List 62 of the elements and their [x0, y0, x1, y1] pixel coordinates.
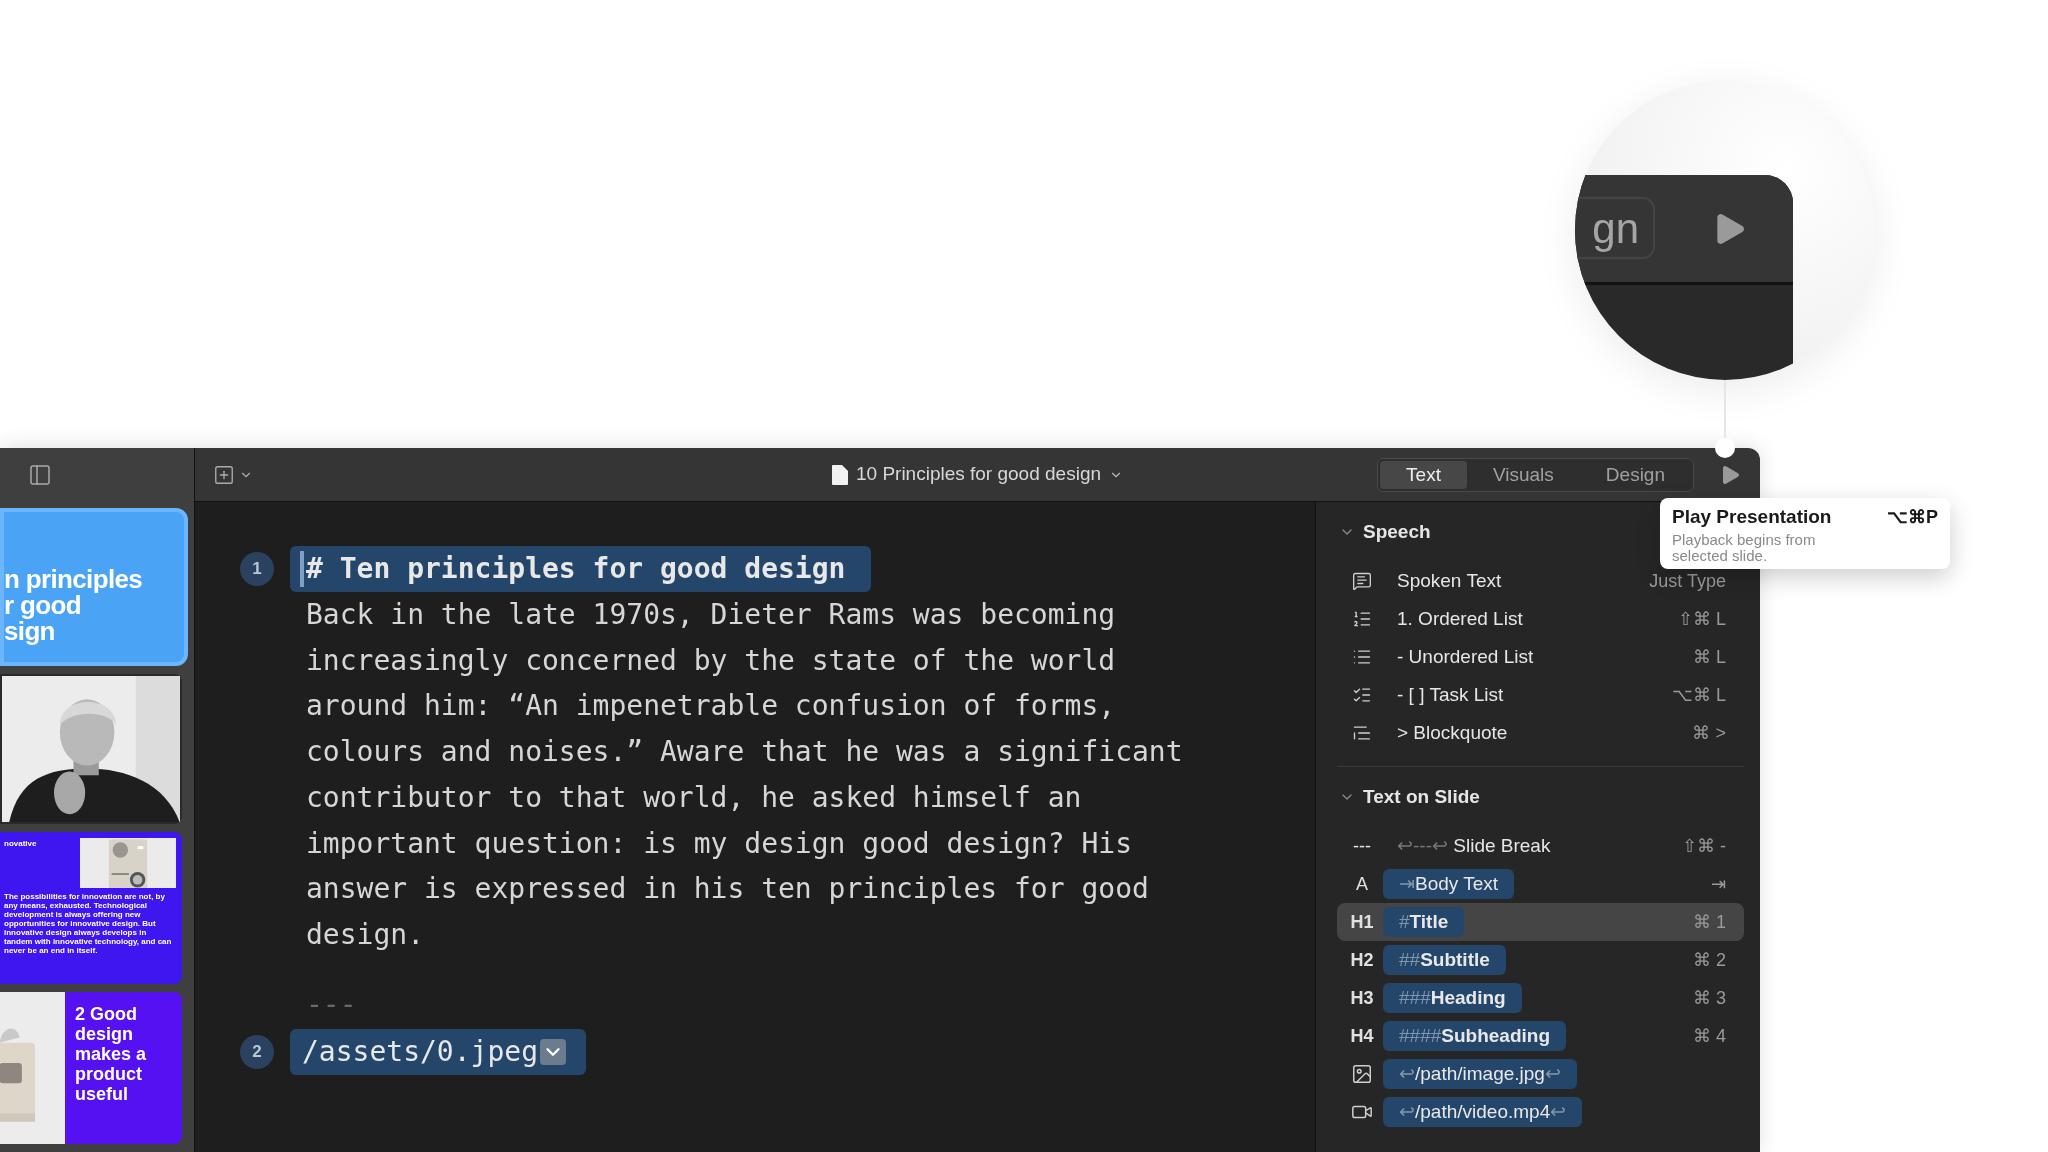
shortcut-label: Just Type: [1649, 569, 1726, 593]
style-marker: H1: [1350, 910, 1374, 934]
shortcut-label: ⇧⌘ -: [1682, 834, 1726, 858]
shortcut-label: ⌘ L: [1693, 645, 1726, 669]
section-header[interactable]: Text on Slide: [1337, 779, 1744, 815]
shortcut-label: ⌘ 2: [1693, 948, 1726, 972]
menu-item[interactable]: H4 ####Subheading ⌘ 4: [1337, 1017, 1744, 1055]
segment-fragment: gn: [1575, 197, 1655, 259]
document-title-menu[interactable]: 10 Principles for good design: [831, 460, 1123, 489]
add-slide-icon[interactable]: [213, 463, 235, 486]
shortcut-label: ⇧⌘ L: [1678, 607, 1726, 631]
image-icon: [1351, 1063, 1373, 1085]
shortcut-label: ⌥⌘ L: [1672, 683, 1726, 707]
checklist-icon: [1352, 685, 1372, 705]
slide-thumbnail[interactable]: 2 Good design makes a product useful: [0, 992, 182, 1144]
section-title: Text on Slide: [1363, 784, 1480, 809]
mode-tab[interactable]: Visuals: [1466, 460, 1580, 489]
ordered-list-icon: [1352, 609, 1372, 629]
menu-item[interactable]: --- ↩---↩ Slide Break ⇧⌘ -: [1337, 827, 1744, 865]
shortcut-label: ⌘ >: [1692, 721, 1726, 745]
slide-title: r good: [4, 592, 81, 618]
slide-separator: ---: [306, 986, 357, 1023]
mode-tab[interactable]: Design: [1579, 460, 1691, 489]
menu-item[interactable]: ↩/path/video.mp4↩: [1337, 1093, 1744, 1131]
menu-item[interactable]: H2 ##Subtitle ⌘ 2: [1337, 941, 1744, 979]
menu-item[interactable]: > Blockquote ⌘ >: [1337, 714, 1744, 752]
menu-item[interactable]: Spoken Text Just Type: [1337, 562, 1744, 600]
tooltip-description: Playback begins from selected slide.: [1672, 531, 1817, 564]
menu-item[interactable]: H3 ###Heading ⌘ 3: [1337, 979, 1744, 1017]
menu-item[interactable]: - Unordered List ⌘ L: [1337, 638, 1744, 676]
sidebar-toggle-icon[interactable]: [28, 463, 52, 487]
slide-number-badge: 1: [240, 552, 274, 586]
menu-item[interactable]: ↩/path/image.jpg↩: [1337, 1055, 1744, 1093]
mode-tab[interactable]: Text: [1380, 460, 1467, 489]
menu-item[interactable]: - [ ] Task List ⌥⌘ L: [1337, 676, 1744, 714]
tooltip-title: Play Presentation: [1672, 505, 1832, 529]
style-marker: ---: [1353, 834, 1371, 858]
slide-label: novative: [4, 838, 37, 850]
shortcut-label: ⌘ 4: [1693, 1024, 1726, 1048]
body-paragraph: Back in the late 1970s, Dieter Rams was becoming increasingly concerned by the state of the world around him: “An impenetrable confusion of forms, colours and noises.” Aware that he was a significant contributor to that world, he asked himself an important question: is my design good design? His answer is expressed in his ten principles for good design.: [306, 597, 1184, 953]
shortcut-label: ⌘ 3: [1693, 986, 1726, 1010]
shortcut-label: ⌘ 1: [1693, 910, 1726, 934]
style-marker: H4: [1350, 1024, 1374, 1048]
slide-title: n principles: [4, 566, 144, 592]
document-icon: [831, 464, 848, 485]
speech-bubble-icon: [1352, 571, 1372, 591]
tooltip-shortcut: ⌥⌘P: [1887, 505, 1938, 529]
slide-body-text: The possibilities for innovation are not, by any means, exhausted. Technological development is always offering new opportunities for innovative design. But innovative design always develops in tandem with innovative technology, and can never be an end in itself.: [4, 892, 173, 955]
slide-thumbnail[interactable]: [0, 832, 182, 984]
menu-item[interactable]: A ⇥Body Text ⇥: [1337, 865, 1744, 903]
slide-number-badge: 2: [240, 1034, 274, 1069]
slide-title: 2 Good design makes a product useful: [74, 1003, 148, 1106]
style-marker: H2: [1350, 948, 1374, 972]
slide-title: sign: [4, 618, 55, 644]
style-marker: A: [1356, 872, 1368, 896]
section-title: Speech: [1363, 519, 1431, 544]
menu-item[interactable]: 1. Ordered List ⇧⌘ L: [1337, 600, 1744, 638]
shortcut-label: ⇥: [1711, 872, 1726, 896]
style-marker: H3: [1350, 986, 1374, 1010]
menu-item[interactable]: H1 #Title ⌘ 1: [1337, 903, 1744, 941]
asset-path-chip[interactable]: /assets/0.jpeg: [290, 1028, 586, 1075]
dropdown-button[interactable]: [540, 1038, 566, 1065]
